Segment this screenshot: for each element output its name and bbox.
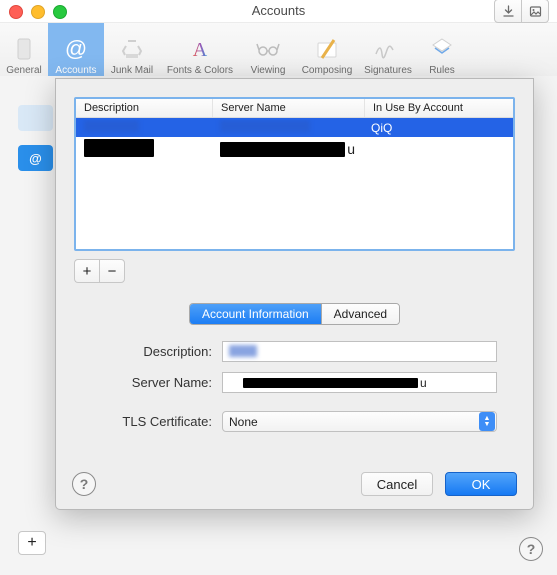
col-description[interactable]: Description <box>76 99 213 117</box>
svg-text:@: @ <box>65 36 87 61</box>
titlebar: Accounts <box>0 0 557 23</box>
bg-account-at-icon: @ <box>18 145 53 171</box>
tab-accounts[interactable]: @ Accounts <box>48 23 104 79</box>
svg-text:A: A <box>193 39 208 61</box>
server-table[interactable]: Description Server Name In Use By Accoun… <box>74 97 515 251</box>
bg-account-icloud-icon <box>18 105 53 131</box>
col-in-use[interactable]: In Use By Account <box>365 99 513 117</box>
add-remove-group: + − <box>74 259 515 283</box>
rules-icon <box>427 34 457 64</box>
signature-icon <box>373 34 403 64</box>
remove-server-button[interactable]: − <box>99 259 125 283</box>
cancel-button[interactable]: Cancel <box>361 472 433 496</box>
tab-advanced[interactable]: Advanced <box>321 304 399 324</box>
titlebar-right-buttons <box>494 0 549 23</box>
bg-help-button[interactable]: ? <box>519 537 543 561</box>
tls-certificate-value: None <box>229 415 258 429</box>
tab-fonts-colors[interactable]: A Fonts & Colors <box>160 23 240 79</box>
tab-viewing[interactable]: Viewing <box>240 23 296 79</box>
tab-account-information[interactable]: Account Information <box>190 304 321 324</box>
table-row[interactable]: u <box>76 137 513 161</box>
col-server[interactable]: Server Name <box>213 99 365 117</box>
account-info-form: Description: Server Name: u TLS Certific… <box>74 341 515 432</box>
pencil-icon <box>312 34 342 64</box>
ok-button[interactable]: OK <box>445 472 517 496</box>
server-name-input[interactable]: u <box>222 372 497 393</box>
description-input[interactable] <box>222 341 497 362</box>
sheet-footer: ? Cancel OK <box>56 459 533 509</box>
table-header: Description Server Name In Use By Accoun… <box>76 99 513 118</box>
prefs-toolbar: General @ Accounts Junk Mail A Fonts & C… <box>0 23 557 78</box>
tab-composing[interactable]: Composing <box>296 23 358 79</box>
general-icon <box>9 34 39 64</box>
picture-icon[interactable] <box>522 0 549 23</box>
tab-signatures[interactable]: Signatures <box>358 23 418 79</box>
add-server-button[interactable]: + <box>74 259 99 283</box>
sheet-tabs: Account Information Advanced <box>74 303 515 325</box>
tab-rules[interactable]: Rules <box>418 23 466 79</box>
tab-general[interactable]: General <box>0 23 48 79</box>
download-icon[interactable] <box>494 0 522 23</box>
tls-certificate-popup[interactable]: None ▲▼ <box>222 411 497 432</box>
smtp-server-sheet: Description Server Name In Use By Accoun… <box>55 78 534 510</box>
window-title: Accounts <box>0 3 557 18</box>
recycle-icon <box>117 34 147 64</box>
prefs-window: Accounts General @ Accounts Junk Mail A … <box>0 0 557 575</box>
fonts-icon: A <box>185 34 215 64</box>
server-name-label: Server Name: <box>92 375 222 390</box>
table-row[interactable]: QiQ <box>76 118 513 137</box>
glasses-icon <box>253 34 283 64</box>
table-body: QiQ u <box>76 118 513 249</box>
description-label: Description: <box>92 344 222 359</box>
bg-add-account-button[interactable]: + <box>18 531 46 555</box>
tab-junk-mail[interactable]: Junk Mail <box>104 23 160 79</box>
chevron-up-down-icon: ▲▼ <box>479 412 495 431</box>
tls-certificate-label: TLS Certificate: <box>92 414 222 429</box>
help-button[interactable]: ? <box>72 472 96 496</box>
at-icon: @ <box>61 34 91 64</box>
